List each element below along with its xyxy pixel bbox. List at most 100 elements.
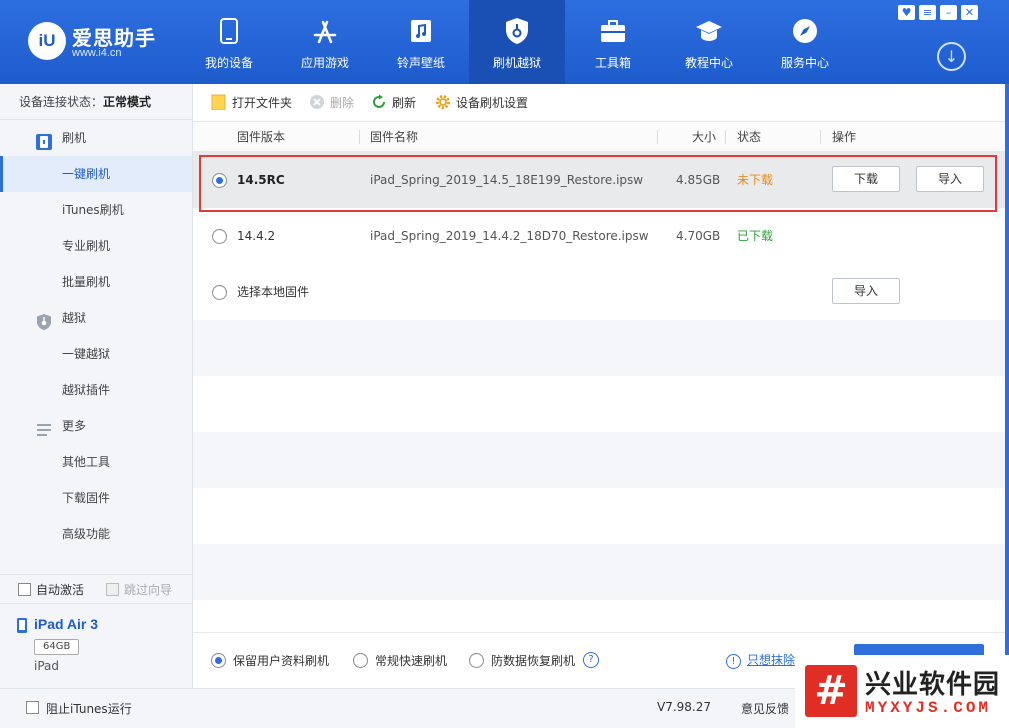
sidebar-item-itunes-flash[interactable]: iTunes刷机 xyxy=(0,192,192,228)
watermark-title: 兴业软件园 xyxy=(865,670,1001,700)
empty-row xyxy=(193,432,1005,488)
sidebar-group-label: 刷机 xyxy=(62,131,87,145)
nav-service-center[interactable]: 服务中心 xyxy=(757,0,853,84)
table-row[interactable]: 14.4.2 iPad_Spring_2019_14.4.2_18D70_Res… xyxy=(193,208,1005,264)
block-itunes-label: 阻止iTunes运行 xyxy=(46,702,132,716)
flash-icon xyxy=(35,129,53,150)
erase-only-label: 只想抹除 xyxy=(747,653,796,667)
graduation-cap-icon xyxy=(694,16,724,46)
refresh-label: 刷新 xyxy=(392,96,417,110)
sidebar-item-jailbreak-plugins[interactable]: 越狱插件 xyxy=(0,372,192,408)
col-version: 固件版本 xyxy=(237,130,286,144)
table-row[interactable]: 选择本地固件 导入 xyxy=(193,264,1005,320)
phone-icon xyxy=(214,16,244,46)
tablet-icon xyxy=(16,617,28,637)
skip-guide-label: 跳过向导 xyxy=(124,583,173,597)
shirt-icon[interactable]: ♥ xyxy=(898,5,915,20)
col-name: 固件名称 xyxy=(370,130,419,144)
option-quick-flash[interactable]: 常规快速刷机 xyxy=(353,653,447,669)
column-divider xyxy=(657,130,658,144)
selection-highlight xyxy=(199,155,997,212)
nav-label: 我的设备 xyxy=(204,56,253,70)
refresh-icon xyxy=(371,94,387,110)
auto-activate-checkbox[interactable] xyxy=(18,583,31,596)
menu-icon[interactable]: ≡ xyxy=(919,5,936,20)
nav-my-device[interactable]: 我的设备 xyxy=(181,0,277,84)
device-info: iPad Air 3 64GB iPad xyxy=(0,606,192,688)
sidebar-item-one-click-flash[interactable]: 一键刷机 xyxy=(0,156,192,192)
flash-settings-label: 设备刷机设置 xyxy=(456,96,529,110)
flash-settings-button[interactable]: 设备刷机设置 xyxy=(435,94,528,112)
sidebar-group-more[interactable]: 更多 xyxy=(0,408,192,444)
option-radio[interactable] xyxy=(353,653,368,668)
nav-tutorials[interactable]: 教程中心 xyxy=(661,0,757,84)
toolbox-icon xyxy=(598,16,628,46)
app-url: www.i4.cn xyxy=(72,47,122,59)
sidebar-item-one-click-jailbreak[interactable]: 一键越狱 xyxy=(0,336,192,372)
col-size: 大小 xyxy=(692,130,717,144)
option-radio[interactable] xyxy=(211,653,226,668)
firmware-table-header: 固件版本 固件名称 大小 状态 操作 xyxy=(193,122,1005,152)
firmware-filename: iPad_Spring_2019_14.4.2_18D70_Restore.ip… xyxy=(370,229,649,243)
device-name: iPad Air 3 xyxy=(34,616,99,632)
sidebar-group-label: 更多 xyxy=(62,419,87,433)
sidebar-item-pro-flash[interactable]: 专业刷机 xyxy=(0,228,192,264)
sidebar-group-flash[interactable]: 刷机 xyxy=(0,120,192,156)
logo-mark: iU xyxy=(28,22,66,60)
local-firmware-radio[interactable] xyxy=(212,285,227,300)
firmware-status: 已下载 xyxy=(737,229,774,243)
col-action: 操作 xyxy=(832,130,857,144)
select-local-firmware-label: 选择本地固件 xyxy=(237,285,310,299)
delete-icon xyxy=(309,94,325,110)
folder-icon xyxy=(211,94,227,111)
option-keep-data[interactable]: 保留用户资料刷机 xyxy=(211,653,329,669)
nav-label: 工具箱 xyxy=(594,56,631,70)
sidebar-item-advanced[interactable]: 高级功能 xyxy=(0,516,192,552)
delete-label: 删除 xyxy=(330,96,355,110)
import-local-button[interactable]: 导入 xyxy=(832,278,900,304)
firmware-size: 4.70GB xyxy=(676,229,721,243)
sidebar-item-download-firmware[interactable]: 下载固件 xyxy=(0,480,192,516)
device-capacity-badge: 64GB xyxy=(34,639,80,655)
nav-apps-games[interactable]: 应用游戏 xyxy=(277,0,373,84)
download-manager-icon[interactable]: ↓ xyxy=(937,42,966,71)
title-bar: iU 爱思助手 www.i4.cn 我的设备 应用游戏 铃声壁纸 刷机越狱 工具… xyxy=(0,0,1009,84)
column-divider xyxy=(725,130,726,144)
sidebar-item-other-tools[interactable]: 其他工具 xyxy=(0,444,192,480)
feedback-link[interactable]: 意见反馈 xyxy=(741,700,789,717)
delete-button[interactable]: 删除 xyxy=(309,94,354,112)
refresh-button[interactable]: 刷新 xyxy=(371,94,416,112)
option-radio[interactable] xyxy=(469,653,484,668)
column-divider xyxy=(820,130,821,144)
connection-status-label: 设备连接状态： xyxy=(19,95,104,109)
col-status: 状态 xyxy=(737,130,762,144)
minimize-icon[interactable]: – xyxy=(940,5,957,20)
gear-icon xyxy=(435,94,451,110)
firmware-radio[interactable] xyxy=(212,229,227,244)
help-icon[interactable]: ? xyxy=(583,652,599,668)
block-itunes-checkbox[interactable] xyxy=(26,701,39,714)
nav-flash-jailbreak[interactable]: 刷机越狱 xyxy=(469,0,565,84)
nav-ringtones-wallpapers[interactable]: 铃声壁纸 xyxy=(373,0,469,84)
nav-label: 刷机越狱 xyxy=(492,56,541,70)
firmware-version: 14.4.2 xyxy=(237,229,276,243)
sidebar-item-batch-flash[interactable]: 批量刷机 xyxy=(0,264,192,300)
skip-guide-checkbox[interactable] xyxy=(106,583,119,596)
option-anti-recovery[interactable]: 防数据恢复刷机 xyxy=(469,653,575,669)
empty-row xyxy=(193,376,1005,432)
open-folder-button[interactable]: 打开文件夹 xyxy=(211,94,292,112)
nav-label: 教程中心 xyxy=(684,56,733,70)
close-icon[interactable]: ✕ xyxy=(961,5,978,20)
erase-only-link[interactable]: ! 只想抹除 xyxy=(726,652,795,669)
info-icon: ! xyxy=(726,654,741,669)
empty-row xyxy=(193,544,1005,600)
empty-row xyxy=(193,488,1005,544)
nav-toolbox[interactable]: 工具箱 xyxy=(565,0,661,84)
option-label: 常规快速刷机 xyxy=(375,654,448,668)
sidebar-group-label: 越狱 xyxy=(62,311,87,325)
connection-status: 设备连接状态：正常模式 xyxy=(0,84,192,120)
watermark-logo-icon: # xyxy=(805,665,857,717)
sidebar-group-jailbreak[interactable]: 越狱 xyxy=(0,300,192,336)
empty-row xyxy=(193,320,1005,376)
connection-status-value: 正常模式 xyxy=(103,95,152,109)
